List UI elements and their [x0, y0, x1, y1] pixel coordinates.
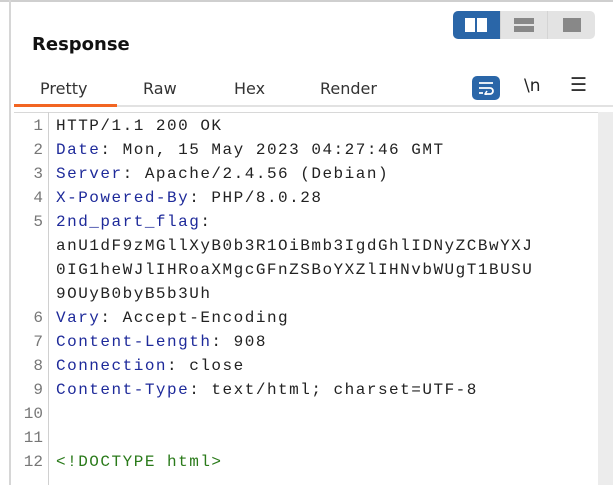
- line-text: Content-Type: text/html; charset=UTF-8: [56, 378, 478, 402]
- code-line: 0IG1heWJlIHRoaXMgcGFnZSBoYXZlIHNvbWUgT1B…: [14, 258, 533, 282]
- header-value: Accept-Encoding: [111, 309, 290, 327]
- code-line: 9OUyB0byB5b3Uh: [14, 282, 211, 306]
- code-line: 10: [14, 402, 56, 426]
- header-value: PHP/8.0.28: [200, 189, 323, 207]
- line-number: 5: [33, 213, 43, 231]
- header-name: Server: [56, 165, 123, 183]
- line-number: 2: [33, 141, 43, 159]
- line-number: 9: [33, 381, 43, 399]
- code-line: 11: [14, 426, 56, 450]
- tab-render[interactable]: Render: [320, 79, 377, 98]
- text-content: anU1dF9zMGllXyB0b3R1OiBmb3IgdGhlIDNyZCBw…: [56, 237, 534, 255]
- line-text: Connection: close: [56, 354, 245, 378]
- show-newlines-button[interactable]: \n: [524, 76, 541, 96]
- code-line: 7 Content-Length: 908: [14, 330, 267, 354]
- line-number: 3: [33, 165, 43, 183]
- panel-title: Response: [32, 34, 130, 55]
- line-text: Vary: Accept-Encoding: [56, 306, 289, 330]
- line-number: 12: [23, 453, 43, 471]
- header-separator: :: [167, 357, 179, 375]
- line-text: Server: Apache/2.4.56 (Debian): [56, 162, 389, 186]
- line-text: 0IG1heWJlIHRoaXMgcGFnZSBoYXZlIHNvbWUgT1B…: [56, 258, 533, 282]
- text-content: 0IG1heWJlIHRoaXMgcGFnZSBoYXZlIHNvbWUgT1B…: [56, 261, 534, 279]
- line-number: 10: [23, 405, 43, 423]
- header-separator: :: [100, 141, 112, 159]
- header-name: Date: [56, 141, 101, 159]
- header-name: X-Powered-By: [56, 189, 190, 207]
- vertical-scrollbar[interactable]: [598, 112, 613, 485]
- line-text: X-Powered-By: PHP/8.0.28: [56, 186, 322, 210]
- header-value: text/html; charset=UTF-8: [200, 381, 478, 399]
- header-separator: :: [122, 165, 134, 183]
- word-wrap-button[interactable]: [472, 76, 500, 100]
- single-pane-icon[interactable]: [547, 11, 595, 39]
- tab-raw[interactable]: Raw: [143, 79, 177, 98]
- stacked-icon[interactable]: [499, 11, 548, 39]
- line-number: 11: [23, 429, 43, 447]
- header-value: Apache/2.4.56 (Debian): [133, 165, 390, 183]
- header-name: Content-Type: [56, 381, 190, 399]
- code-line: 5 2nd_part_flag:: [14, 210, 211, 234]
- code-line: anU1dF9zMGllXyB0b3R1OiBmb3IgdGhlIDNyZCBw…: [14, 234, 533, 258]
- header-name: 2nd_part_flag: [56, 213, 201, 231]
- header-name: Vary: [56, 309, 101, 327]
- header-separator: :: [100, 309, 112, 327]
- line-text: 9OUyB0byB5b3Uh: [56, 282, 211, 306]
- line-text: Content-Length: 908: [56, 330, 267, 354]
- header-name: Content-Length: [56, 333, 212, 351]
- tab-pretty[interactable]: Pretty: [40, 79, 87, 98]
- code-line: 4 X-Powered-By: PHP/8.0.28: [14, 186, 322, 210]
- line-text: anU1dF9zMGllXyB0b3R1OiBmb3IgdGhlIDNyZCBw…: [56, 234, 533, 258]
- code-line: 8 Connection: close: [14, 354, 245, 378]
- header-name: Connection: [56, 357, 168, 375]
- hamburger-icon[interactable]: ☰: [570, 74, 587, 96]
- tab-hex[interactable]: Hex: [234, 79, 265, 98]
- line-number: 8: [33, 357, 43, 375]
- line-text: <!DOCTYPE html>: [56, 450, 223, 474]
- left-border: [9, 0, 11, 485]
- html-doctype: <!DOCTYPE html>: [56, 453, 223, 471]
- line-number: [14, 282, 56, 306]
- line-text: HTTP/1.1 200 OK: [56, 114, 223, 138]
- word-wrap-icon: [479, 82, 494, 95]
- line-number: 4: [33, 189, 43, 207]
- header-separator: :: [189, 189, 201, 207]
- line-text: Date: Mon, 15 May 2023 04:27:46 GMT: [56, 138, 445, 162]
- top-border: [0, 0, 613, 2]
- side-by-side-icon[interactable]: [453, 11, 500, 39]
- line-number: 1: [33, 117, 43, 135]
- header-value: 908: [222, 333, 267, 351]
- header-separator: :: [211, 333, 223, 351]
- line-number: 6: [33, 309, 43, 327]
- code-line: 12 <!DOCTYPE html>: [14, 450, 223, 474]
- layout-toggle[interactable]: [453, 11, 595, 39]
- text-content: HTTP/1.1 200 OK: [56, 117, 223, 135]
- line-number: [14, 234, 56, 258]
- code-line: 3 Server: Apache/2.4.56 (Debian): [14, 162, 389, 186]
- active-tab-indicator: [14, 104, 117, 107]
- code-line: 6 Vary: Accept-Encoding: [14, 306, 289, 330]
- code-line: 9 Content-Type: text/html; charset=UTF-8: [14, 378, 478, 402]
- line-text: 2nd_part_flag:: [56, 210, 211, 234]
- line-number: [14, 258, 56, 282]
- header-value: Mon, 15 May 2023 04:27:46 GMT: [111, 141, 445, 159]
- code-line: 2 Date: Mon, 15 May 2023 04:27:46 GMT: [14, 138, 445, 162]
- header-value: close: [178, 357, 245, 375]
- code-line: 1 HTTP/1.1 200 OK: [14, 114, 223, 138]
- header-separator: :: [189, 381, 201, 399]
- text-content: 9OUyB0byB5b3Uh: [56, 285, 212, 303]
- header-separator: :: [200, 213, 212, 231]
- line-number: 7: [33, 333, 43, 351]
